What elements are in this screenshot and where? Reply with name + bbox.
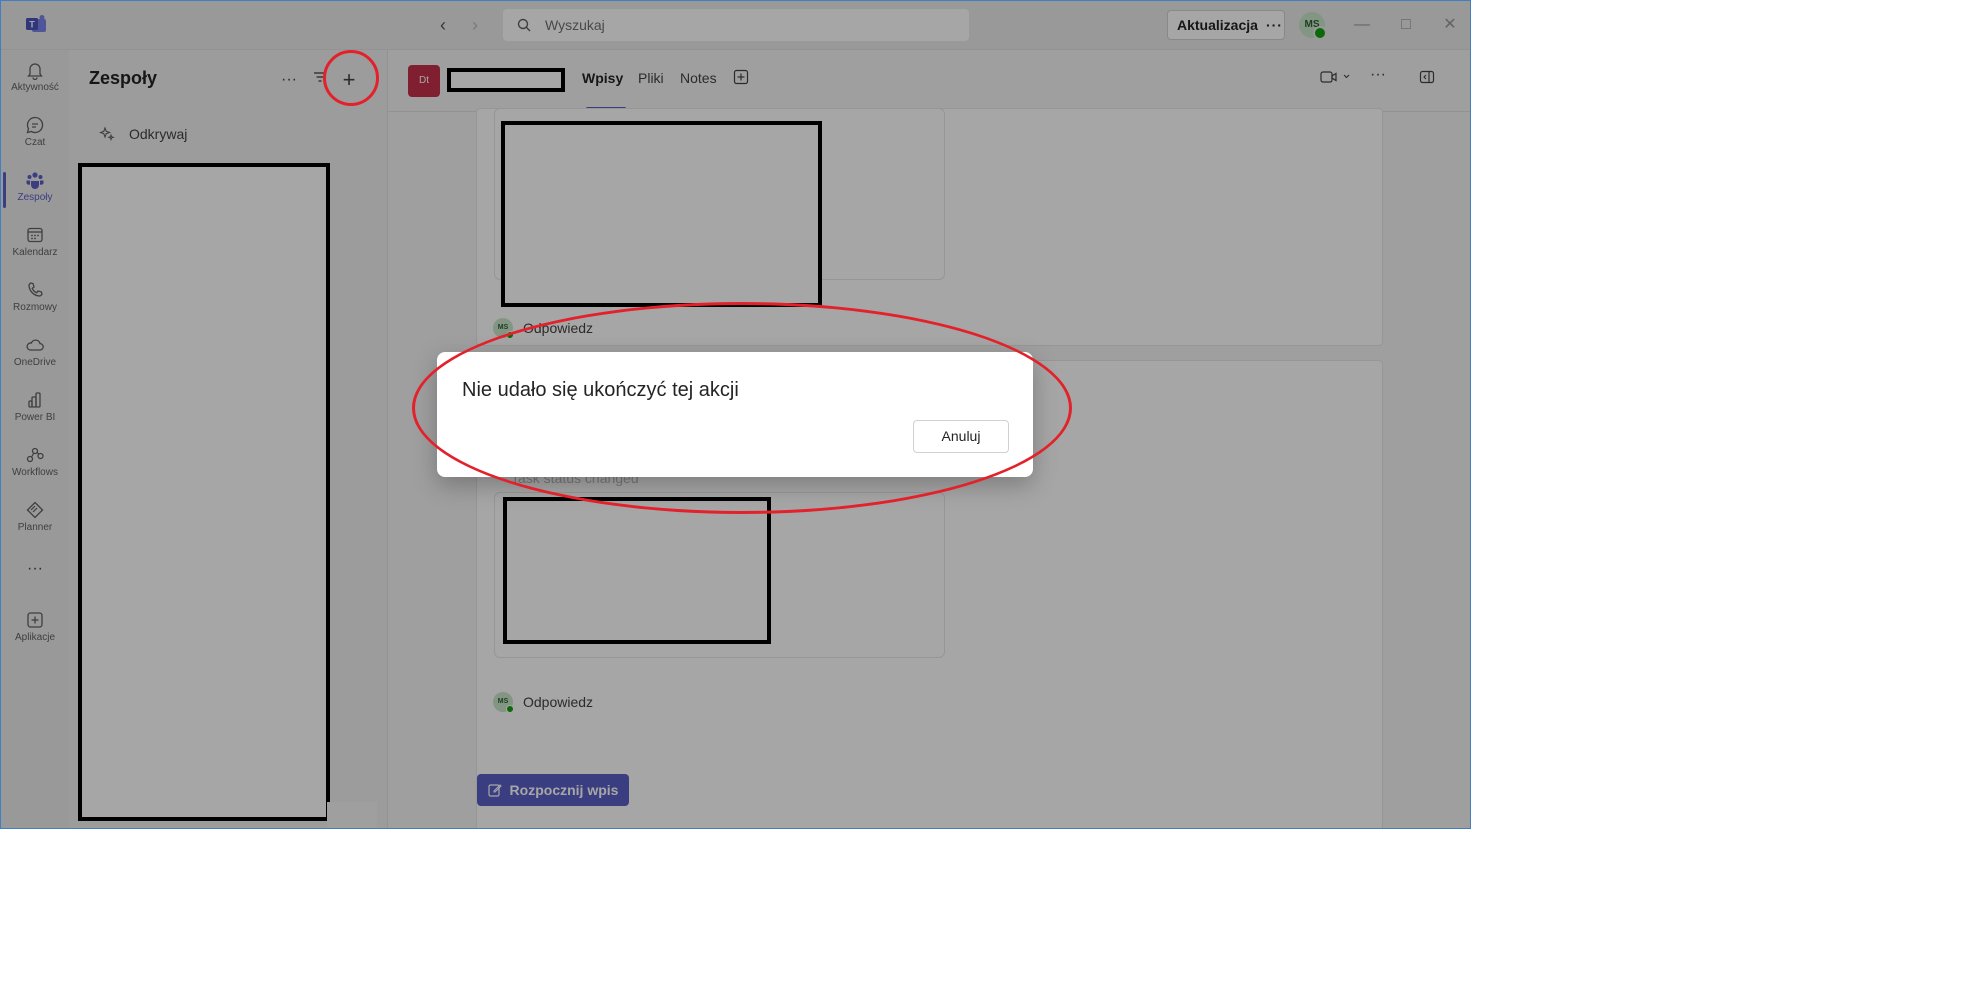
error-dialog: Nie udało się ukończyć tej akcji Anuluj [437, 352, 1033, 477]
cancel-button[interactable]: Anuluj [913, 420, 1009, 453]
dialog-title: Nie udało się ukończyć tej akcji [462, 379, 739, 401]
